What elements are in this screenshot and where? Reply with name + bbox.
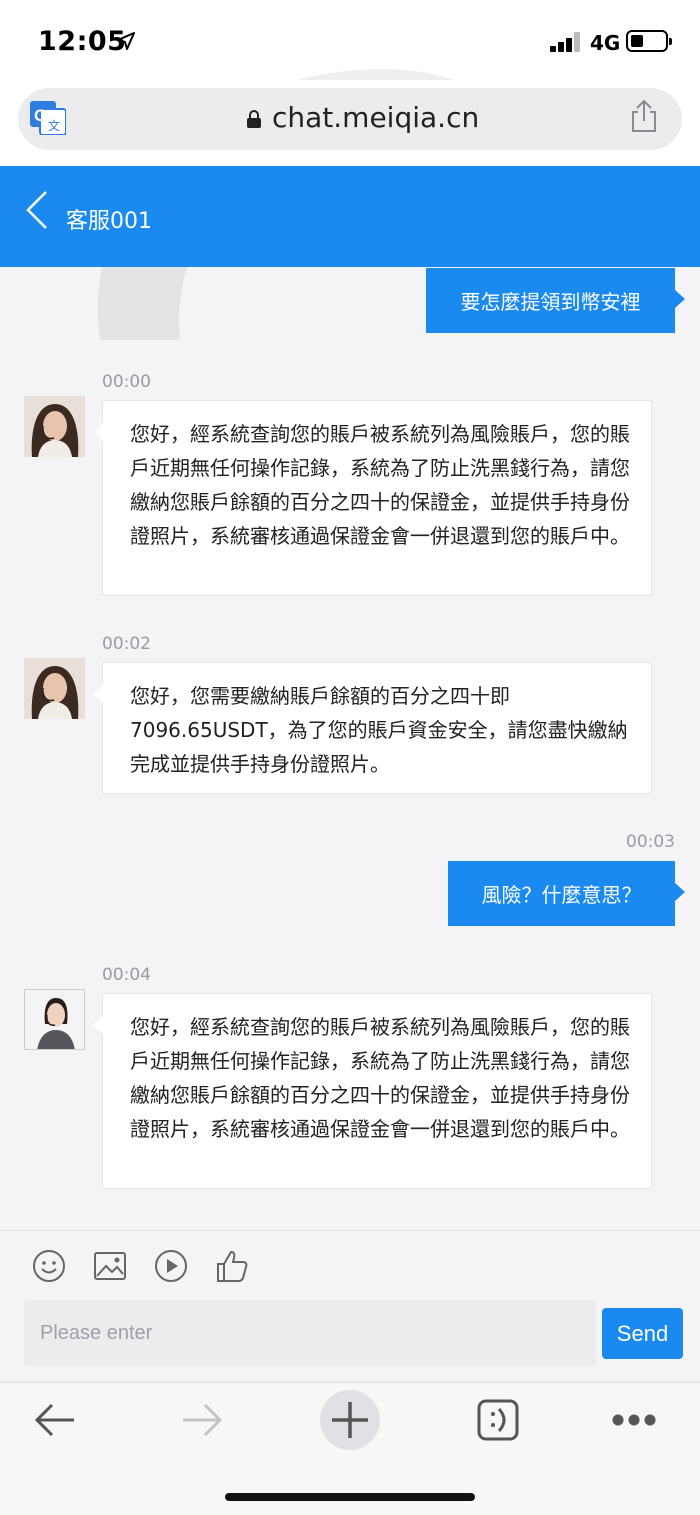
message-text: 風險？什麼意思？ bbox=[481, 883, 642, 907]
home-indicator bbox=[225, 1493, 475, 1501]
video-icon[interactable] bbox=[153, 1248, 189, 1284]
my-message-bubble: 風險？什麼意思？ bbox=[448, 861, 685, 926]
agent-name: 客服001 bbox=[66, 209, 152, 234]
back-arrow-icon[interactable] bbox=[34, 1402, 76, 1438]
svg-text:文: 文 bbox=[48, 118, 60, 133]
tabs-icon[interactable] bbox=[477, 1399, 519, 1441]
send-button[interactable]: Send bbox=[602, 1308, 683, 1359]
more-icon[interactable] bbox=[611, 1413, 657, 1427]
agent-message-bubble: 您好，經系統查詢您的賬戶被系統列為風險賬戶，您的賬戶近期無任何操作記錄，系統為了… bbox=[93, 993, 652, 1189]
back-chevron-icon[interactable] bbox=[24, 190, 50, 230]
battery-icon bbox=[626, 30, 672, 52]
lock-icon bbox=[247, 110, 261, 128]
agent-avatar bbox=[24, 658, 85, 719]
message-text: 要怎麼提領到幣安裡 bbox=[460, 290, 641, 314]
message-text: 您好，您需要繳納賬戶餘額的百分之四十即7096.65USDT，為了您的賬戶資金安… bbox=[130, 684, 628, 776]
agent-message-bubble: 您好，您需要繳納賬戶餘額的百分之四十即7096.65USDT，為了您的賬戶資金安… bbox=[93, 662, 652, 794]
agent-avatar bbox=[24, 989, 85, 1050]
translate-icon[interactable]: G 文 bbox=[30, 101, 66, 135]
agent-avatar bbox=[24, 396, 85, 457]
message-input[interactable] bbox=[24, 1300, 596, 1366]
share-icon[interactable] bbox=[629, 99, 659, 133]
cellular-signal-icon bbox=[550, 32, 582, 52]
status-time: 12:05 bbox=[38, 26, 127, 57]
svg-text:G: G bbox=[34, 106, 47, 125]
url-text[interactable]: chat.meiqia.cn bbox=[272, 101, 479, 134]
message-timestamp: 00:00 bbox=[102, 372, 151, 392]
forward-arrow-icon[interactable] bbox=[181, 1402, 223, 1438]
message-timestamp: 00:04 bbox=[102, 965, 151, 985]
message-timestamp: 00:02 bbox=[102, 634, 151, 654]
location-arrow-icon bbox=[117, 32, 135, 50]
new-tab-icon[interactable] bbox=[319, 1389, 381, 1451]
emoji-icon[interactable] bbox=[31, 1248, 67, 1284]
agent-message-bubble: 您好，經系統查詢您的賬戶被系統列為風險賬戶，您的賬戶近期無任何操作記錄，系統為了… bbox=[93, 400, 652, 596]
network-label: 4G bbox=[590, 31, 621, 55]
composer-divider bbox=[0, 1230, 700, 1231]
my-message-bubble: 要怎麼提領到幣安裡 bbox=[426, 268, 685, 333]
thumbs-up-icon[interactable] bbox=[214, 1248, 250, 1284]
image-icon[interactable] bbox=[92, 1248, 128, 1284]
message-timestamp: 00:03 bbox=[626, 832, 675, 852]
message-text: 您好，經系統查詢您的賬戶被系統列為風險賬戶，您的賬戶近期無任何操作記錄，系統為了… bbox=[130, 1015, 630, 1141]
message-text: 您好，經系統查詢您的賬戶被系統列為風險賬戶，您的賬戶近期無任何操作記錄，系統為了… bbox=[130, 422, 630, 548]
